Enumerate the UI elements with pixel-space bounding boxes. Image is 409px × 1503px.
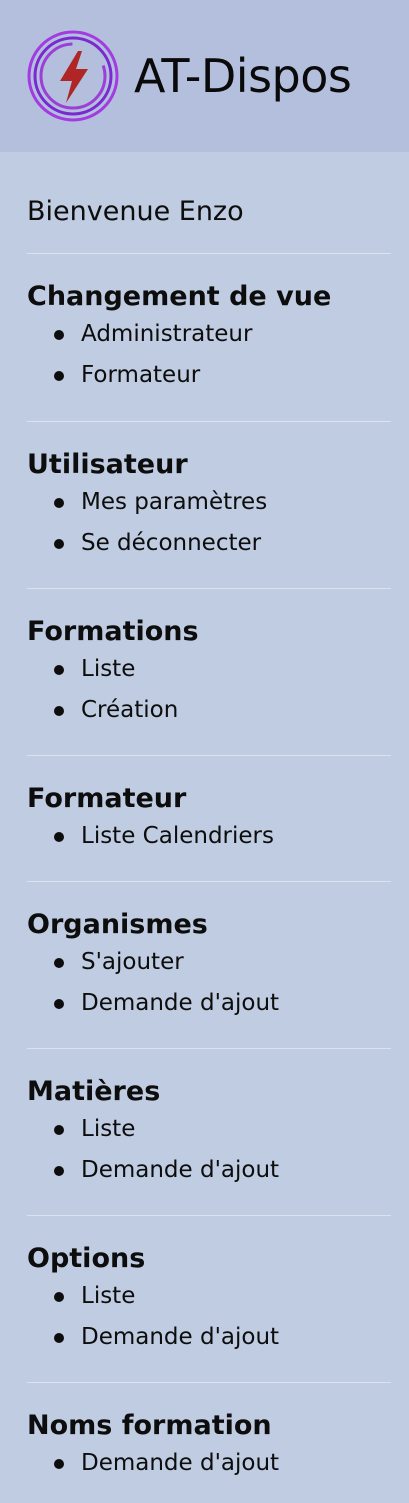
menu-item-label: Demande d'ajout: [81, 990, 280, 1016]
menu-item-label: Demande d'ajout: [81, 1324, 280, 1350]
section-title: Organismes: [27, 909, 208, 940]
section-formations: Formations Liste Création: [27, 589, 391, 756]
menu-item-label: Liste: [81, 1283, 136, 1309]
bullet: [54, 706, 64, 716]
section-list: Demande d'ajout: [27, 1443, 391, 1484]
menu-item-options-liste[interactable]: Liste: [54, 1276, 391, 1317]
bullet: [54, 665, 64, 675]
app-header: AT-Dispos: [0, 0, 409, 152]
menu-item-label: Liste Calendriers: [81, 823, 274, 849]
section-list: Administrateur Formateur: [27, 314, 391, 396]
bullet: [54, 1459, 64, 1469]
section-formateur: Formateur Liste Calendriers: [27, 756, 391, 882]
menu-item-matieres-demande-ajout[interactable]: Demande d'ajout: [54, 1150, 391, 1191]
menu-item-administrateur[interactable]: Administrateur: [54, 314, 391, 355]
sidebar-menu: Bienvenue Enzo Changement de vue Adminis…: [0, 152, 409, 1503]
bullet: [54, 958, 64, 968]
section-title: Formations: [27, 616, 199, 647]
section-list: Liste Demande d'ajout: [27, 1276, 391, 1358]
menu-item-label: Mes paramètres: [81, 489, 268, 515]
bullet: [54, 999, 64, 1009]
app-title: AT-Dispos: [134, 49, 352, 103]
menu-item-label: Demande d'ajout: [81, 1450, 280, 1476]
menu-item-matieres-liste[interactable]: Liste: [54, 1109, 391, 1150]
bullet: [54, 832, 64, 842]
menu-item-formateur[interactable]: Formateur: [54, 355, 391, 396]
menu-item-organismes-demande-ajout[interactable]: Demande d'ajout: [54, 983, 391, 1024]
welcome-text: Bienvenue Enzo: [27, 152, 391, 254]
section-list: Liste Calendriers: [27, 816, 391, 857]
menu-item-formations-liste[interactable]: Liste: [54, 649, 391, 690]
menu-item-formations-creation[interactable]: Création: [54, 690, 391, 731]
menu-item-mes-parametres[interactable]: Mes paramètres: [54, 482, 391, 523]
section-title: Formateur: [27, 783, 187, 814]
menu-item-se-deconnecter[interactable]: Se déconnecter: [54, 523, 391, 564]
section-list: Liste Création: [27, 649, 391, 731]
menu-item-label: Se déconnecter: [81, 530, 262, 556]
section-list: Mes paramètres Se déconnecter: [27, 482, 391, 564]
section-noms-formation: Noms formation Demande d'ajout: [27, 1383, 391, 1503]
bullet: [54, 371, 64, 381]
section-list: Liste Demande d'ajout: [27, 1109, 391, 1191]
lightning-bolt-icon[interactable]: [26, 29, 120, 123]
section-utilisateur: Utilisateur Mes paramètres Se déconnecte…: [27, 422, 391, 589]
section-organismes: Organismes S'ajouter Demande d'ajout: [27, 882, 391, 1049]
bullet: [54, 539, 64, 549]
bullet: [54, 498, 64, 508]
menu-item-options-demande-ajout[interactable]: Demande d'ajout: [54, 1317, 391, 1358]
menu-item-label: Formateur: [81, 362, 201, 388]
section-matieres: Matières Liste Demande d'ajout: [27, 1049, 391, 1216]
menu-item-liste-calendriers[interactable]: Liste Calendriers: [54, 816, 391, 857]
section-title: Changement de vue: [27, 281, 332, 312]
section-title: Utilisateur: [27, 449, 188, 480]
section-changement-de-vue: Changement de vue Administrateur Formate…: [27, 254, 391, 422]
section-list: S'ajouter Demande d'ajout: [27, 942, 391, 1024]
menu-item-label: Administrateur: [81, 321, 253, 347]
bullet: [54, 1166, 64, 1176]
menu-item-label: Création: [81, 697, 179, 723]
bullet: [54, 330, 64, 340]
menu-item-label: S'ajouter: [81, 949, 184, 975]
section-title: Options: [27, 1243, 146, 1274]
section-title: Matières: [27, 1076, 161, 1107]
menu-item-s-ajouter[interactable]: S'ajouter: [54, 942, 391, 983]
bullet: [54, 1125, 64, 1135]
bullet: [54, 1292, 64, 1302]
section-options: Options Liste Demande d'ajout: [27, 1216, 391, 1383]
menu-item-label: Liste: [81, 1116, 136, 1142]
menu-item-label: Demande d'ajout: [81, 1157, 280, 1183]
menu-item-noms-formation-demande-ajout[interactable]: Demande d'ajout: [54, 1443, 391, 1484]
menu-item-label: Liste: [81, 656, 136, 682]
bullet: [54, 1333, 64, 1343]
section-title: Noms formation: [27, 1410, 272, 1441]
